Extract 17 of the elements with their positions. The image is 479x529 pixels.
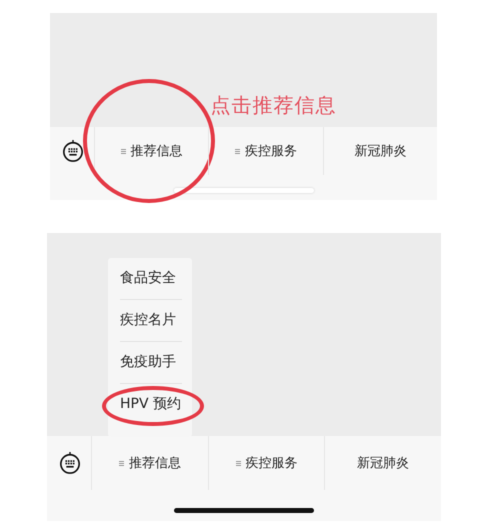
menu-item[interactable]: HPV 预约 [120,384,182,425]
keyboard-icon[interactable] [62,139,84,163]
menu-icon [120,148,126,154]
menu-item[interactable]: 免疫助手 [120,342,182,384]
menu-tab[interactable]: 疾控服务 [234,142,297,160]
menu-tab[interactable]: 新冠肺炎 [354,142,406,160]
menu-tab[interactable]: 新冠肺炎 [357,454,410,472]
menu-tab[interactable]: 推荐信息 [120,142,183,160]
menu-item[interactable]: 疾控名片 [120,300,182,342]
menu-tab[interactable]: 疾控服务 [236,454,298,472]
menu-icon [118,460,124,466]
menu-icon [234,148,240,154]
menu-tab[interactable]: 推荐信息 [118,454,181,472]
menu-item[interactable]: 食品安全 [120,258,182,300]
menu-icon [236,460,240,466]
instruction-caption: 点击推荐信息 [210,92,338,119]
keyboard-icon[interactable] [59,451,81,475]
